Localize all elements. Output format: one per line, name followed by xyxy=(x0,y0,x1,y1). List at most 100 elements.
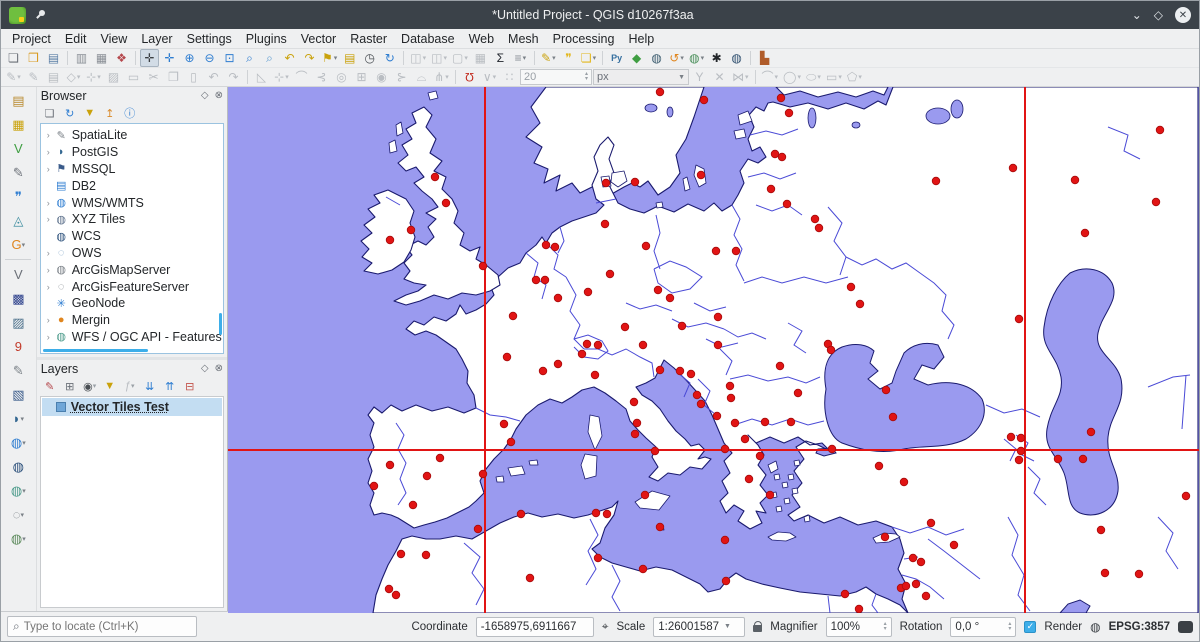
browser-item-geonode[interactable]: ✳GeoNode xyxy=(43,295,223,312)
add-virtual-layer-icon[interactable]: V xyxy=(3,263,33,286)
menu-view[interactable]: View xyxy=(93,30,134,48)
coordinate-value[interactable]: -1658975,6911667 xyxy=(476,617,594,637)
dropdown-arrow-icon[interactable]: ▾ xyxy=(817,74,821,81)
new-spatial-bookmark-icon[interactable]: ⚑▾ xyxy=(320,49,339,67)
add-vector-layer-icon[interactable]: V xyxy=(3,137,33,160)
delete-selected-icon[interactable]: ▭ xyxy=(124,68,143,86)
dropdown-arrow-icon[interactable]: ▾ xyxy=(97,74,101,81)
add-heatmap-layer-icon[interactable]: ▨ xyxy=(3,311,33,334)
select-by-form-icon[interactable]: ▢▾ xyxy=(450,49,470,67)
locator-input[interactable] xyxy=(24,621,191,633)
dropdown-arrow-icon[interactable]: ▾ xyxy=(838,74,842,81)
zoom-last-icon[interactable]: ↶ xyxy=(280,49,299,67)
zoom-in-icon[interactable]: ⊕ xyxy=(180,49,199,67)
deselect-features-icon[interactable]: ◫▾ xyxy=(429,49,449,67)
add-arcgis-rest-layer-icon[interactable]: ◌▾ xyxy=(3,503,33,526)
refresh-map-icon[interactable]: ↻ xyxy=(380,49,399,67)
shape-digitizing-rectangle-icon[interactable]: ▭▾ xyxy=(824,68,844,86)
plugin-reloader-icon[interactable]: ↺▾ xyxy=(667,49,686,67)
browser-refresh-icon[interactable]: ↻ xyxy=(61,105,79,121)
quickmapservices-icon[interactable]: ◍ xyxy=(727,49,746,67)
open-field-calculator-icon[interactable]: Σ xyxy=(491,49,510,67)
new-project-icon[interactable]: ❏ xyxy=(4,49,23,67)
close-button[interactable]: ✕ xyxy=(1175,7,1191,23)
modify-attributes-icon[interactable]: ▨ xyxy=(104,68,123,86)
dropdown-arrow-icon[interactable]: ▾ xyxy=(858,74,862,81)
dropdown-arrow-icon[interactable]: ▾ xyxy=(745,74,749,81)
enable-snapping-icon[interactable]: Ω xyxy=(460,68,479,86)
layers-close-icon[interactable]: ⊗ xyxy=(215,363,223,374)
menu-database[interactable]: Database xyxy=(394,30,462,48)
dropdown-arrow-icon[interactable]: ▾ xyxy=(22,487,26,495)
expand-arrow-icon[interactable]: › xyxy=(43,282,54,292)
reshape-features-icon[interactable]: ⊱ xyxy=(392,68,411,86)
dropdown-arrow-icon[interactable]: ▾ xyxy=(22,241,26,249)
dropdown-arrow-icon[interactable]: ▾ xyxy=(20,511,24,519)
browser-item-mssql[interactable]: ›⚑MSSQL xyxy=(43,161,223,178)
extents-icon[interactable]: ⌖ xyxy=(602,619,609,634)
browser-item-arcgismapserver[interactable]: ›◍ArcGisMapServer xyxy=(43,261,223,278)
browser-vertical-scrollbar[interactable] xyxy=(219,313,222,335)
shape-digitizing-circle-icon[interactable]: ◯▾ xyxy=(781,68,803,86)
browser-item-wcs[interactable]: ◍WCS xyxy=(43,228,223,245)
expand-arrow-icon[interactable]: › xyxy=(43,248,54,258)
magnifier-spinbox[interactable]: 100%▴▾ xyxy=(826,617,892,637)
dropdown-arrow-icon[interactable]: ▾ xyxy=(22,535,26,543)
menu-plugins[interactable]: Plugins xyxy=(239,30,294,48)
maximize-button[interactable]: ◇ xyxy=(1154,9,1163,21)
browser-item-spatialite[interactable]: ›✎SpatiaLite xyxy=(43,127,223,144)
style-manager-icon[interactable]: ❖ xyxy=(112,49,131,67)
expand-arrow-icon[interactable]: › xyxy=(43,332,54,342)
toggle-editing-icon[interactable]: ✎ xyxy=(24,68,43,86)
browser-item-postgis[interactable]: ›◗PostGIS xyxy=(43,144,223,161)
vertex-tool-icon[interactable]: ⊹▾ xyxy=(84,68,103,86)
add-spatialite-layer-icon[interactable]: ✎ xyxy=(3,359,33,382)
db-manager-icon[interactable]: ▙ xyxy=(755,49,774,67)
rotation-spinbox[interactable]: 0,0 °▴▾ xyxy=(950,617,1016,637)
menu-project[interactable]: Project xyxy=(5,30,58,48)
plugin-manager-icon[interactable]: ◆ xyxy=(627,49,646,67)
dropdown-arrow-icon[interactable]: ▾ xyxy=(493,74,497,81)
pan-to-selection-icon[interactable]: ✛ xyxy=(160,49,179,67)
measure-icon[interactable]: ✎▾ xyxy=(539,49,558,67)
dropdown-arrow-icon[interactable]: ▾ xyxy=(285,74,289,81)
messages-icon[interactable] xyxy=(1178,621,1193,633)
add-delimited-text-layer-icon[interactable]: ✎ xyxy=(3,161,33,184)
offset-curve-icon[interactable]: ⌓ xyxy=(412,68,431,86)
dropdown-arrow-icon[interactable]: ▾ xyxy=(77,74,81,81)
cut-features-icon[interactable]: ✂ xyxy=(144,68,163,86)
lock-scale-icon[interactable] xyxy=(753,625,762,632)
menu-help[interactable]: Help xyxy=(621,30,661,48)
metasearch-icon[interactable]: ◍ xyxy=(647,49,666,67)
menu-processing[interactable]: Processing xyxy=(546,30,622,48)
menu-layer[interactable]: Layer xyxy=(134,30,179,48)
data-source-manager-icon[interactable]: ▤ xyxy=(3,89,33,112)
add-raster-tile-layer-icon[interactable]: ▩ xyxy=(3,287,33,310)
collapse-all-icon[interactable]: ⇈ xyxy=(161,378,179,394)
current-edits-icon[interactable]: ✎▾ xyxy=(4,68,23,86)
web-plugin-menu-icon[interactable]: ◍▾ xyxy=(687,49,706,67)
topological-editing-icon[interactable]: Y xyxy=(690,68,709,86)
add-wfs-layer-icon[interactable]: ◍▾ xyxy=(3,479,33,502)
add-mssql-layer-icon[interactable]: ▧ xyxy=(3,383,33,406)
manage-map-themes-icon[interactable]: ◉▾ xyxy=(81,378,99,394)
zoom-to-layer-icon[interactable]: ⌕ xyxy=(260,49,279,67)
save-project-icon[interactable]: ▤ xyxy=(44,49,63,67)
zoom-full-icon[interactable]: ⊡ xyxy=(220,49,239,67)
dropdown-arrow-icon[interactable]: ▾ xyxy=(680,55,684,62)
expand-arrow-icon[interactable]: › xyxy=(43,198,54,208)
pin-icon[interactable] xyxy=(34,9,46,21)
rotate-feature-icon[interactable]: ⌒ xyxy=(292,68,311,86)
browser-item-wfs-ogc-api-features[interactable]: ›◍WFS / OGC API - Features xyxy=(43,329,223,346)
map-canvas[interactable] xyxy=(228,87,1199,611)
browser-collapse-all-icon[interactable]: ↥ xyxy=(101,105,119,121)
snapping-dots-icon[interactable]: ∷ xyxy=(500,68,519,86)
add-postgis-layer-icon[interactable]: ◗▾ xyxy=(3,407,33,430)
redo-icon[interactable]: ↷ xyxy=(224,68,243,86)
simplify-feature-icon[interactable]: ⊰ xyxy=(312,68,331,86)
new-annotation-icon[interactable]: ❏▾ xyxy=(579,49,598,67)
add-raster-layer-icon[interactable]: ▦ xyxy=(3,113,33,136)
pan-map-icon[interactable]: ✛ xyxy=(140,49,159,67)
expand-arrow-icon[interactable]: › xyxy=(43,214,54,224)
expand-all-icon[interactable]: ⇊ xyxy=(141,378,159,394)
